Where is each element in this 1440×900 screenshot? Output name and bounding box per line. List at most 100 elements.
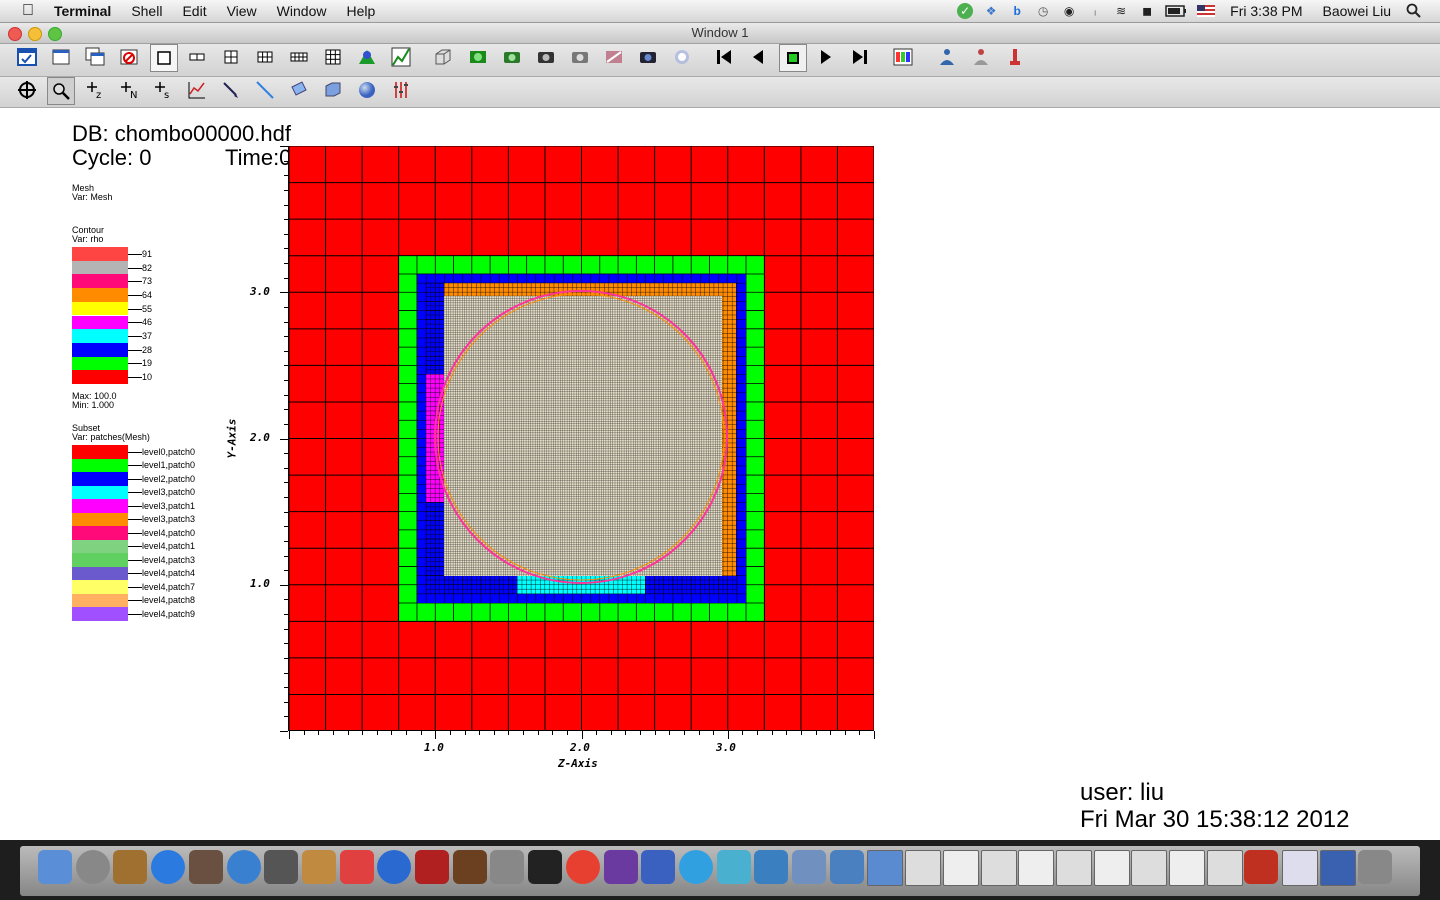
camera-2-icon[interactable] — [533, 44, 559, 70]
battery-icon[interactable] — [1165, 3, 1187, 19]
spin-icon[interactable] — [669, 44, 695, 70]
menu-edit[interactable]: Edit — [182, 3, 206, 19]
lock-time-icon[interactable] — [388, 44, 414, 70]
new-window-icon[interactable] — [48, 44, 74, 70]
play-icon[interactable] — [813, 44, 839, 70]
b-icon[interactable]: b — [1009, 3, 1025, 19]
photo-booth-icon[interactable] — [415, 850, 449, 884]
layout-2x3-icon[interactable] — [252, 44, 278, 70]
calendar-icon[interactable] — [339, 850, 374, 884]
window-thumb-icon[interactable] — [905, 850, 942, 886]
window-thumb-icon[interactable] — [1055, 850, 1092, 886]
terminal-icon[interactable] — [528, 850, 563, 884]
bluetooth-icon[interactable]: ᛧ — [1087, 3, 1103, 19]
lock-view-icon[interactable] — [354, 44, 380, 70]
layout-1x2-icon[interactable] — [184, 44, 210, 70]
spotlight-icon[interactable] — [1406, 3, 1422, 19]
iphoto-icon[interactable] — [452, 850, 487, 884]
volume-icon[interactable]: ◼ — [1139, 3, 1155, 19]
box-app-icon[interactable] — [1244, 850, 1279, 884]
app-store-icon[interactable] — [151, 850, 186, 884]
stop-icon[interactable] — [779, 44, 807, 72]
layout-2x2-icon[interactable] — [218, 44, 244, 70]
document-icon[interactable] — [867, 850, 904, 886]
prev-frame-icon[interactable] — [745, 44, 771, 70]
emacs-icon[interactable] — [603, 850, 638, 884]
clone-window-icon[interactable] — [82, 44, 108, 70]
safari-icon[interactable] — [226, 850, 261, 884]
window-thumb-icon[interactable] — [1093, 850, 1130, 886]
query-icon[interactable] — [968, 44, 994, 70]
preview-icon[interactable] — [188, 850, 223, 884]
pick-icon[interactable] — [1002, 44, 1028, 70]
trash-icon[interactable] — [1357, 850, 1392, 884]
menubar-user[interactable]: Baowei Liu — [1323, 3, 1392, 19]
menubar-clock[interactable]: Fri 3:38 PM — [1230, 3, 1302, 19]
zone-pick-icon[interactable]: z — [82, 77, 108, 103]
xcode-icon[interactable] — [792, 850, 826, 884]
menu-app[interactable]: Terminal — [54, 3, 111, 19]
expression-icon[interactable] — [934, 44, 960, 70]
plane-icon[interactable] — [286, 77, 312, 103]
flag-icon[interactable] — [1197, 3, 1216, 19]
menu-shell[interactable]: Shell — [131, 3, 162, 19]
window-thumb-icon[interactable] — [980, 850, 1017, 886]
clear-plots-icon[interactable] — [601, 44, 627, 70]
window-thumb-icon[interactable] — [1169, 850, 1205, 886]
close-window-button[interactable] — [8, 27, 22, 41]
system-preferences-icon[interactable] — [490, 850, 525, 884]
3d-box-icon[interactable] — [430, 44, 456, 70]
window-thumb-icon[interactable] — [1319, 850, 1356, 886]
window-thumb-icon[interactable] — [1206, 850, 1243, 886]
folder-icon[interactable] — [829, 850, 864, 884]
status-check-icon[interactable]: ✓ — [957, 3, 974, 19]
dashboard-icon[interactable] — [113, 850, 148, 884]
navigate-icon[interactable] — [14, 77, 40, 103]
window-thumb-icon[interactable] — [1282, 850, 1319, 886]
active-window-icon[interactable] — [14, 44, 40, 70]
first-frame-icon[interactable] — [711, 44, 737, 70]
visit-icon[interactable] — [754, 850, 789, 884]
menu-window[interactable]: Window — [277, 3, 327, 19]
launchpad-icon[interactable] — [75, 850, 110, 884]
spreadsheet-pick-icon[interactable]: s — [150, 77, 176, 103]
mesh-plot[interactable] — [289, 146, 874, 731]
layout-1x1-icon[interactable] — [150, 44, 178, 72]
line-icon[interactable] — [252, 77, 278, 103]
box-icon[interactable] — [320, 77, 346, 103]
camera-4-icon[interactable] — [635, 44, 661, 70]
menu-view[interactable]: View — [227, 3, 257, 19]
zoom-icon[interactable] — [47, 77, 75, 105]
finder-icon[interactable] — [38, 850, 72, 884]
menu-help[interactable]: Help — [346, 3, 375, 19]
lineout-icon[interactable] — [218, 77, 244, 103]
layout-2x4-icon[interactable] — [286, 44, 312, 70]
window-thumb-icon[interactable] — [942, 850, 979, 886]
color-table-icon[interactable] — [890, 44, 916, 70]
draw-plots-icon[interactable] — [465, 44, 491, 70]
delete-window-icon[interactable] — [116, 44, 142, 70]
zoom-window-button[interactable] — [48, 27, 62, 41]
chrome-icon[interactable] — [565, 850, 600, 884]
minimize-window-button[interactable] — [28, 27, 42, 41]
facetime-icon[interactable] — [264, 850, 299, 884]
camera-1-icon[interactable] — [499, 44, 525, 70]
window-thumb-icon[interactable] — [1018, 850, 1055, 886]
contacts-icon[interactable] — [301, 850, 336, 884]
dropbox-icon[interactable]: ❖ — [983, 3, 999, 19]
image-viewer-icon[interactable] — [641, 850, 676, 884]
axis-restrict-icon[interactable] — [388, 77, 414, 103]
sphere-icon[interactable] — [354, 77, 380, 103]
binoculars-icon[interactable]: ◉ — [1061, 3, 1077, 19]
skype-icon[interactable] — [678, 850, 713, 884]
window-thumb-icon[interactable] — [1131, 850, 1168, 886]
apple-menu-icon[interactable]:  — [18, 2, 38, 20]
wifi-icon[interactable]: ≋ — [1113, 3, 1129, 19]
camera-3-icon[interactable] — [567, 44, 593, 70]
layout-3x3-icon[interactable] — [320, 44, 346, 70]
word-icon[interactable] — [716, 850, 751, 884]
last-frame-icon[interactable] — [847, 44, 873, 70]
time-machine-icon[interactable]: ◷ — [1035, 3, 1051, 19]
curve-zoom-icon[interactable] — [184, 77, 210, 103]
node-pick-icon[interactable]: N — [116, 77, 142, 103]
